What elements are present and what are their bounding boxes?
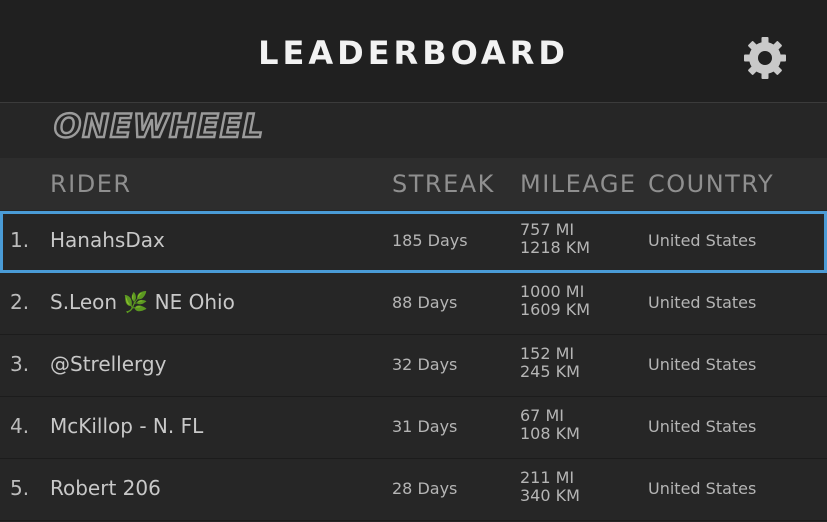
mileage-miles: 211 MI [520, 468, 575, 487]
leaderboard-row-1[interactable]: 1. HanahsDax 185 Days 757 MI 1218 KM Uni… [0, 211, 827, 273]
mileage-km: 340 KM [520, 486, 580, 505]
streak-value: 31 Days [392, 417, 458, 436]
top-bar: LEADERBOARD [0, 0, 827, 103]
rank: 5. [10, 476, 30, 500]
mileage-miles: 1000 MI [520, 282, 585, 301]
streak-value: 32 Days [392, 355, 458, 374]
country-value: United States [648, 293, 757, 312]
leaderboard-row-2[interactable]: 2. S.Leon 🌿 NE Ohio 88 Days 1000 MI 1609… [0, 273, 827, 335]
streak-value: 185 Days [392, 231, 468, 250]
streak-value: 28 Days [392, 479, 458, 498]
rider-name: HanahsDax [50, 228, 165, 252]
mileage-km: 245 KM [520, 362, 580, 381]
leaderboard-row-5[interactable]: 5. Robert 206 28 Days 211 MI 340 KM Unit… [0, 459, 827, 521]
leaderboard-screen: LEADERBOARD ONEWHEEL RIDER STREAK MILEAG… [0, 0, 827, 522]
country-value: United States [648, 479, 757, 498]
column-header-country: COUNTRY [648, 170, 775, 198]
mileage-km: 108 KM [520, 424, 580, 443]
onewheel-logo: ONEWHEEL [50, 106, 335, 146]
mileage-value: 67 MI 108 KM [520, 407, 580, 443]
mileage-value: 757 MI 1218 KM [520, 221, 590, 257]
column-header-mileage: MILEAGE [520, 170, 637, 198]
rider-name: Robert 206 [50, 476, 161, 500]
mileage-value: 152 MI 245 KM [520, 345, 580, 381]
mileage-value: 1000 MI 1609 KM [520, 283, 590, 319]
column-header-rider: RIDER [50, 170, 132, 198]
brand-row: ONEWHEEL [0, 103, 827, 158]
rank: 2. [10, 290, 30, 314]
country-value: United States [648, 417, 757, 436]
mileage-km: 1218 KM [520, 238, 591, 257]
leaderboard-row-3[interactable]: 3. @Strellergy 32 Days 152 MI 245 KM Uni… [0, 335, 827, 397]
table-header: RIDER STREAK MILEAGE COUNTRY [0, 158, 827, 210]
page-title: LEADERBOARD [258, 34, 569, 72]
streak-value: 88 Days [392, 293, 458, 312]
svg-text:ONEWHEEL: ONEWHEEL [54, 109, 264, 143]
rider-name: S.Leon 🌿 NE Ohio [50, 290, 235, 314]
mileage-miles: 757 MI [520, 220, 575, 239]
mileage-km: 1609 KM [520, 300, 591, 319]
mileage-value: 211 MI 340 KM [520, 469, 580, 505]
rider-name: @Strellergy [50, 352, 167, 376]
country-value: United States [648, 355, 757, 374]
leaderboard-row-4[interactable]: 4. McKillop - N. FL 31 Days 67 MI 108 KM… [0, 397, 827, 459]
column-header-streak: STREAK [392, 170, 495, 198]
gear-icon[interactable] [741, 34, 789, 82]
country-value: United States [648, 231, 757, 250]
mileage-miles: 152 MI [520, 344, 575, 363]
rank: 4. [10, 414, 30, 438]
rider-name: McKillop - N. FL [50, 414, 204, 438]
mileage-miles: 67 MI [520, 406, 564, 425]
rank: 3. [10, 352, 30, 376]
rank: 1. [10, 228, 30, 252]
